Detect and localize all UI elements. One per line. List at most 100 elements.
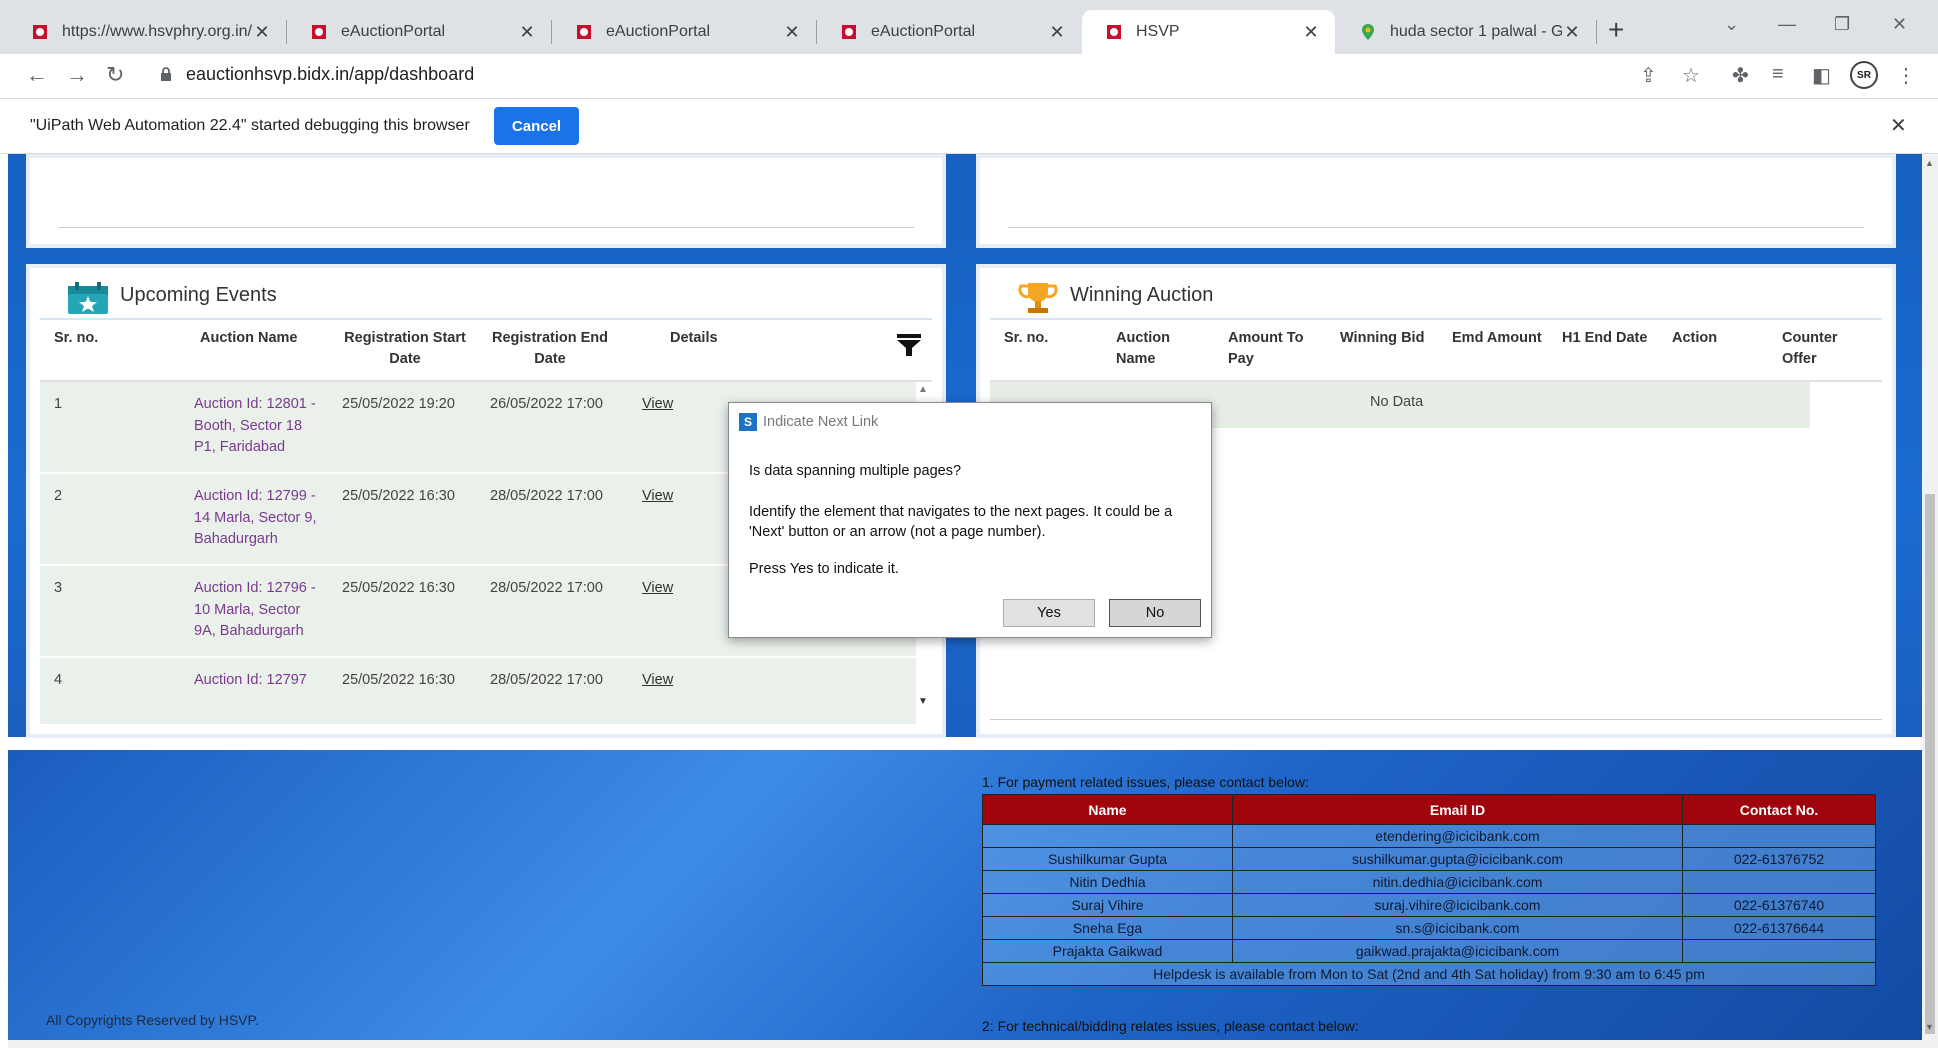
column-header: Registration End Date <box>491 330 608 367</box>
payment-contacts-table: Name Email ID Contact No. etendering@ici… <box>982 794 1876 986</box>
no-data-text: No Data <box>1370 394 1424 410</box>
browser-tab[interactable]: https://www.hsvphry.org.in/ ✕ <box>8 10 286 54</box>
infobar-message: "UiPath Web Automation 22.4" started deb… <box>30 117 470 134</box>
share-icon[interactable]: ⇪ <box>1640 63 1657 88</box>
tab-close-icon[interactable]: ✕ <box>1047 22 1067 43</box>
column-header: Counter Offer <box>1782 330 1838 367</box>
sr-no-cell: 2 <box>54 488 63 504</box>
scroll-up-arrow-icon[interactable]: ▲ <box>918 384 928 395</box>
tab-close-icon[interactable]: ✕ <box>1301 22 1321 43</box>
tab-close-icon[interactable]: ✕ <box>517 22 537 43</box>
tab-close-icon[interactable]: ✕ <box>1562 22 1582 43</box>
scrollbar-thumb[interactable] <box>1925 494 1935 1034</box>
auction-name-cell[interactable]: Auction Id: 12796 - 10 Marla, Sector 9A,… <box>194 578 318 643</box>
view-details-link[interactable]: View <box>642 486 673 508</box>
cancel-debug-button[interactable]: Cancel <box>494 107 579 145</box>
browser-tab[interactable]: eAuctionPortal ✕ <box>552 10 816 54</box>
extensions-icon[interactable]: ✤ <box>1732 63 1749 88</box>
menu-kebab-icon[interactable]: ⋮ <box>1896 63 1916 88</box>
contact-name <box>982 824 1233 848</box>
column-header: Email ID <box>1232 794 1683 825</box>
reading-list-icon[interactable]: ≡ <box>1772 63 1784 86</box>
tab-title: huda sector 1 palwal - Goo <box>1390 23 1562 40</box>
address-bar-url[interactable]: eauctionhsvp.bidx.in/app/dashboard <box>186 64 474 85</box>
lock-icon[interactable] <box>160 67 172 81</box>
bookmark-star-icon[interactable]: ☆ <box>1682 63 1700 88</box>
sr-no-cell: 3 <box>54 580 63 596</box>
contact-email: sushilkumar.gupta@icicibank.com <box>1232 847 1683 871</box>
contact-phone: 022-61376644 <box>1682 916 1876 940</box>
auction-name-cell[interactable]: Auction Id: 12797 <box>194 670 318 692</box>
column-header: Name <box>982 794 1233 825</box>
view-details-link[interactable]: View <box>642 394 673 416</box>
contact-email: sn.s@icicibank.com <box>1232 916 1683 940</box>
page-footer: 1. For payment related issues, please co… <box>8 750 1930 1048</box>
page-horizontal-scrollbar[interactable] <box>8 1040 1922 1048</box>
table-row: Nitin Dedhia nitin.dedhia@icicibank.com <box>982 870 1876 894</box>
view-details-link[interactable]: View <box>642 578 673 600</box>
contact-name: Nitin Dedhia <box>982 870 1233 894</box>
tab-title: eAuctionPortal <box>341 23 446 40</box>
column-header: Auction Name <box>200 330 298 346</box>
browser-tab[interactable]: huda sector 1 palwal - Goo ✕ <box>1336 10 1596 54</box>
scroll-down-arrow-icon[interactable]: ▼ <box>1925 1022 1934 1032</box>
browser-tab[interactable]: eAuctionPortal ✕ <box>287 10 551 54</box>
yes-button[interactable]: Yes <box>1003 599 1095 627</box>
window-close-icon[interactable]: ✕ <box>1892 14 1907 35</box>
back-icon[interactable]: ← <box>26 62 48 88</box>
contact-name: Sushilkumar Gupta <box>982 847 1233 871</box>
contact-name: Prajakta Gaikwad <box>982 939 1233 963</box>
indicate-next-link-dialog: S Indicate Next Link Is data spanning mu… <box>728 402 1212 638</box>
contact-email: gaikwad.prajakta@icicibank.com <box>1232 939 1683 963</box>
hsvp-favicon-icon <box>33 25 47 39</box>
tab-close-icon[interactable]: ✕ <box>252 22 272 43</box>
table-row: Sushilkumar Gupta sushilkumar.gupta@icic… <box>982 847 1876 871</box>
new-tab-icon[interactable]: + <box>1608 14 1624 46</box>
google-maps-favicon-icon <box>1362 24 1374 40</box>
column-header: H1 End Date <box>1562 330 1648 346</box>
column-header: Sr. no. <box>54 330 99 346</box>
view-details-link[interactable]: View <box>642 670 673 692</box>
tab-title: HSVP <box>1136 23 1180 40</box>
card-title: Winning Auction <box>1070 284 1214 306</box>
tab-close-icon[interactable]: ✕ <box>782 22 802 43</box>
page-vertical-scrollbar[interactable]: ▲ ▼ <box>1922 154 1938 1048</box>
hsvp-favicon-icon <box>842 25 856 39</box>
title-underline <box>990 318 1882 320</box>
table-row: Prajakta Gaikwad gaikwad.prajakta@icicib… <box>982 939 1876 963</box>
sr-no-cell: 1 <box>54 396 63 412</box>
title-underline <box>40 318 932 320</box>
top-left-card <box>26 154 946 248</box>
browser-tab-active[interactable]: HSVP ✕ <box>1082 10 1335 54</box>
card-title: Upcoming Events <box>120 284 277 306</box>
auction-name-cell[interactable]: Auction Id: 12801 - Booth, Sector 18 P1,… <box>194 394 318 459</box>
column-header: Registration Start Date <box>344 330 466 367</box>
minimize-icon[interactable]: — <box>1778 14 1796 35</box>
trophy-icon <box>1018 283 1058 313</box>
registration-start-cell: 25/05/2022 16:30 <box>342 580 455 596</box>
filter-icon[interactable] <box>894 332 924 358</box>
restore-icon[interactable]: ❐ <box>1834 14 1850 35</box>
dialog-question: Is data spanning multiple pages? <box>749 463 962 479</box>
browser-tab[interactable]: eAuctionPortal ✕ <box>817 10 1081 54</box>
dialog-title: Indicate Next Link <box>763 414 879 430</box>
column-header: Details <box>670 330 718 346</box>
registration-end-cell: 28/05/2022 17:00 <box>490 580 603 596</box>
sr-no-cell: 4 <box>54 672 63 688</box>
column-header: Amount To Pay <box>1228 330 1304 367</box>
reload-icon[interactable]: ↻ <box>106 62 124 88</box>
scroll-down-arrow-icon[interactable]: ▼ <box>918 696 928 707</box>
forward-icon[interactable]: → <box>66 62 88 88</box>
column-header: Winning Bid <box>1340 330 1425 346</box>
tab-search-chevron-icon[interactable]: ⌄ <box>1724 14 1739 35</box>
side-panel-icon[interactable]: ◧ <box>1812 63 1831 88</box>
auction-name-cell[interactable]: Auction Id: 12799 - 14 Marla, Sector 9, … <box>194 486 318 551</box>
profile-avatar[interactable]: SR <box>1850 61 1878 89</box>
contact-phone: 022-61376752 <box>1682 847 1876 871</box>
payment-contact-heading: 1. For payment related issues, please co… <box>982 774 1309 790</box>
scroll-up-arrow-icon[interactable]: ▲ <box>1925 158 1934 168</box>
infobar-close-icon[interactable]: ✕ <box>1890 113 1907 138</box>
contact-name: Suraj Vihire <box>982 893 1233 917</box>
no-button[interactable]: No <box>1109 599 1201 627</box>
column-header: Emd Amount <box>1452 330 1542 346</box>
